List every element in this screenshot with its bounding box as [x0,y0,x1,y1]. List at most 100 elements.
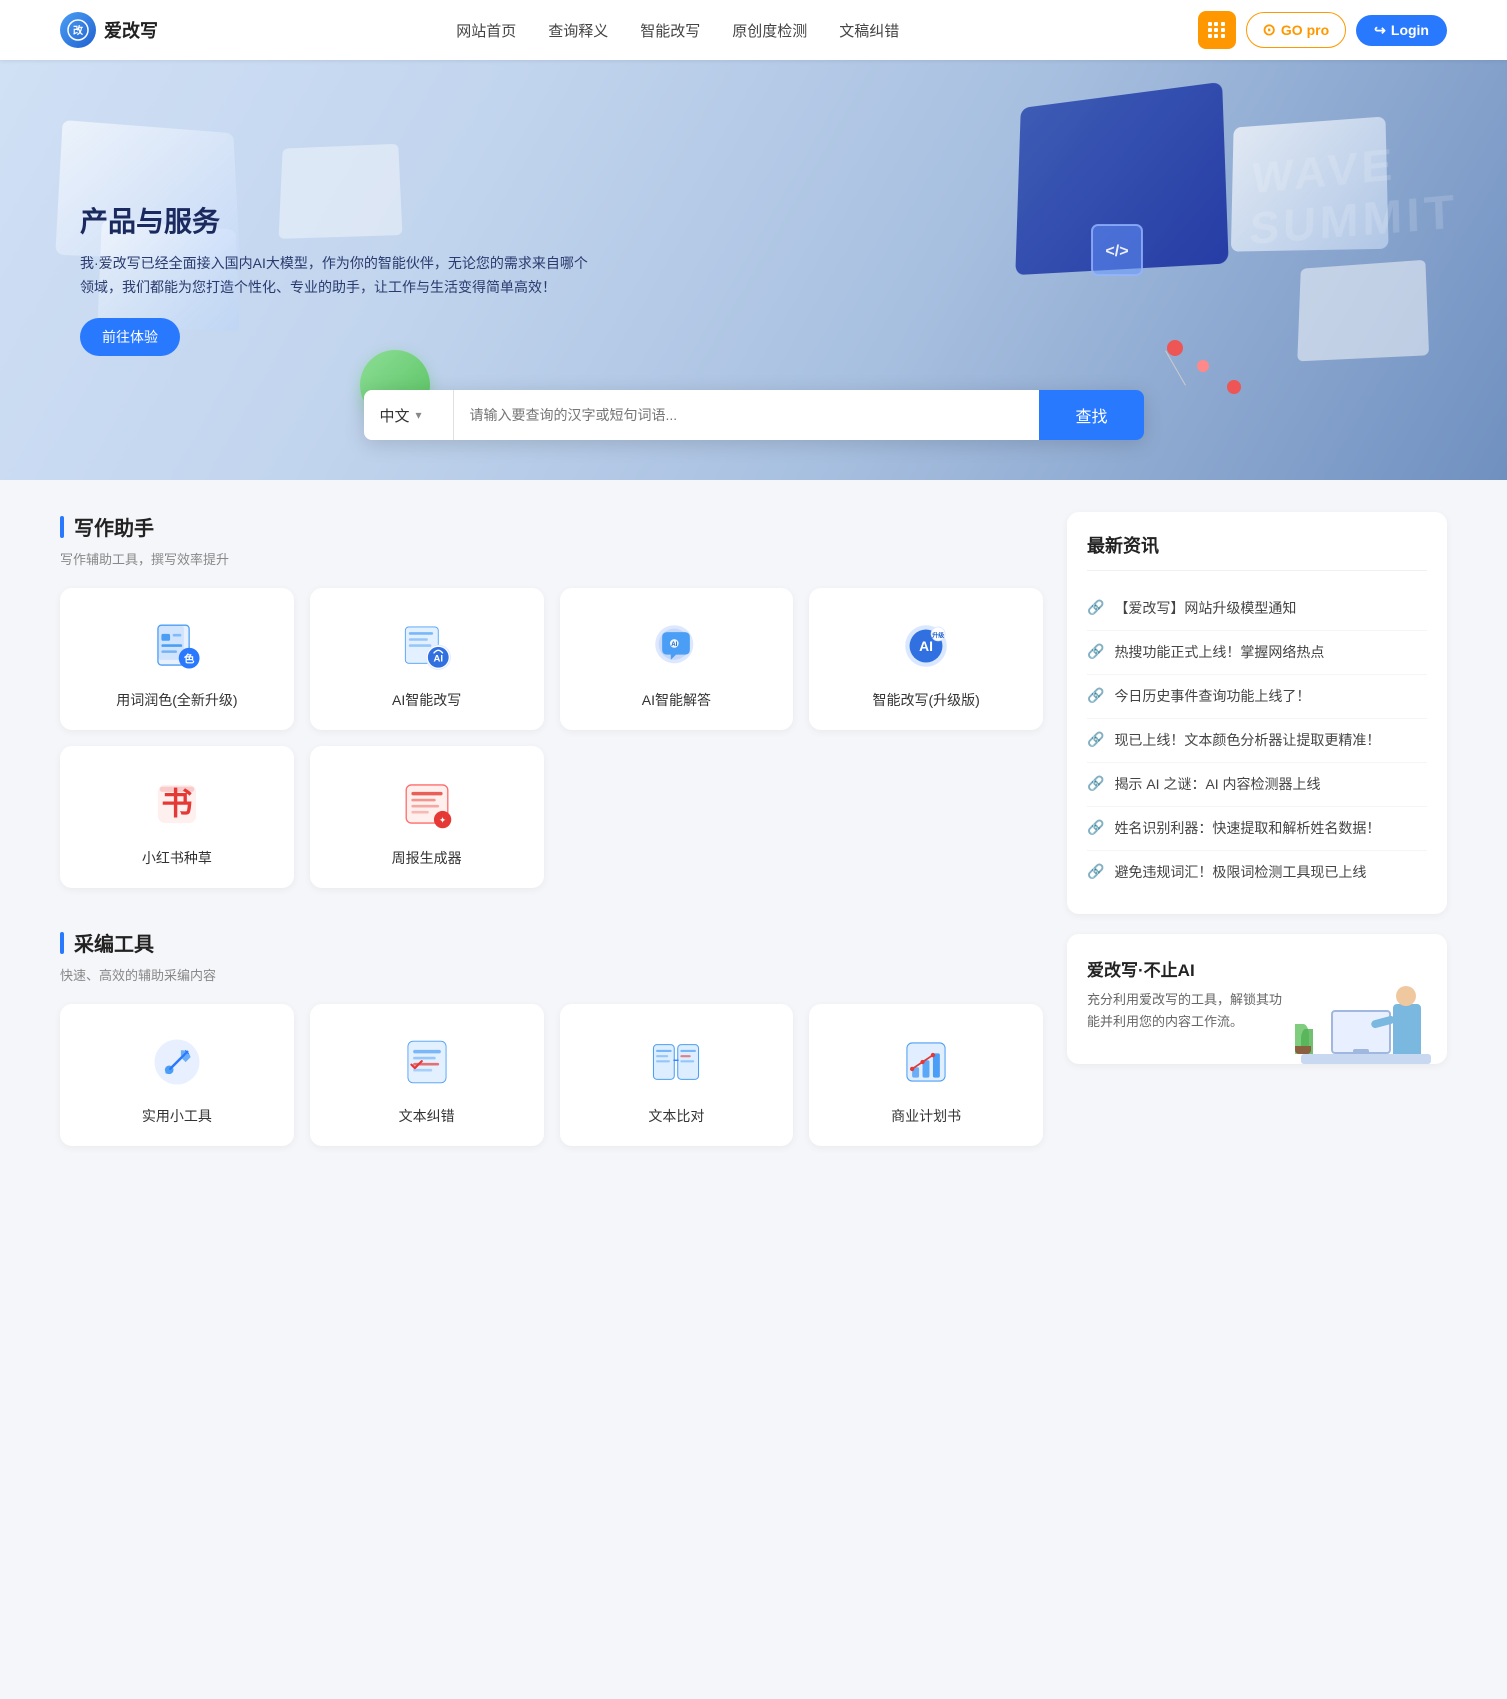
login-button[interactable]: ↪ Login [1356,15,1447,46]
smart-rewrite-icon: AI 升级 [896,616,956,676]
tool-weekly-report[interactable]: ✦ 周报生成器 [310,746,544,888]
mining-tools-section: 采编工具 快速、高效的辅助采编内容 [60,928,1043,1146]
link-icon-6: 🔗 [1087,863,1104,880]
news-text-3: 现已上线！文本颜色分析器让提取更精准！ [1114,730,1380,751]
news-item-4[interactable]: 🔗 揭示 AI 之谜：AI 内容检测器上线 [1087,763,1427,807]
news-text-5: 姓名识别利器：快速提取和解析姓名数据！ [1114,818,1380,839]
link-icon-0: 🔗 [1087,599,1104,616]
logo[interactable]: 改 爱改写 [60,12,158,48]
nav-query[interactable]: 查询释义 [548,20,608,41]
mining-tools-title: 采编工具 [60,928,1043,957]
writing-tools-title: 写作助手 [60,512,1043,541]
news-item-3[interactable]: 🔗 现已上线！文本颜色分析器让提取更精准！ [1087,719,1427,763]
logo-text: 爱改写 [104,17,158,43]
business-plan-icon [896,1032,956,1092]
lang-label: 中文 [380,405,410,426]
weekly-report-icon: ✦ [397,774,457,834]
login-label: Login [1391,22,1429,38]
news-text-2: 今日历史事件查询功能上线了！ [1114,686,1310,707]
grid-button[interactable] [1198,11,1236,49]
tool-xiaohongshu-label: 小红书种草 [142,848,212,868]
link-icon-2: 🔗 [1087,687,1104,704]
login-icon: ↪ [1374,22,1386,39]
blue-bar-icon-2 [60,932,64,954]
news-text-4: 揭示 AI 之谜：AI 内容检测器上线 [1114,774,1320,795]
tool-text-compare-label: 文本比对 [648,1106,704,1126]
mining-section-label: 采编工具 [74,928,154,957]
link-icon-3: 🔗 [1087,731,1104,748]
tool-xiaohongshu[interactable]: 书 小红书种草 [60,746,294,888]
tools-wrench-icon [147,1032,207,1092]
news-text-1: 热搜功能正式上线！掌握网络热点 [1114,642,1324,663]
chevron-down-icon: ▾ [416,408,422,422]
tool-smart-rewrite-label: 智能改写(升级版) [872,690,979,710]
writing-tools-section: 写作助手 写作辅助工具，撰写效率提升 [60,512,1043,888]
tool-business-plan-label: 商业计划书 [891,1106,961,1126]
writing-subtitle: 写作辅助工具，撰写效率提升 [60,549,1043,568]
go-pro-button[interactable]: ⊙ GO pro [1246,12,1347,48]
mining-subtitle: 快速、高效的辅助采编内容 [60,965,1043,984]
hero-cta-button[interactable]: 前往体验 [80,318,180,356]
language-selector[interactable]: 中文 ▾ [364,390,454,440]
news-item-0[interactable]: 🔗 【爱改写】网站升级模型通知 [1087,587,1427,631]
tool-business-plan[interactable]: 商业计划书 [809,1004,1043,1146]
nav-links: 网站首页 查询释义 智能改写 原创度检测 文稿纠错 [456,20,899,41]
text-compare-icon [646,1032,706,1092]
go-icon: ⊙ [1263,20,1276,40]
nav-home[interactable]: 网站首页 [456,20,516,41]
link-icon-5: 🔗 [1087,819,1104,836]
tool-word-color[interactable]: 色 用词润色(全新升级) [60,588,294,730]
go-pro-label: GO pro [1281,22,1329,38]
tool-ai-answer-label: AI智能解答 [642,690,711,710]
blue-bar-icon [60,516,64,538]
promo-illustration [1291,944,1431,1064]
news-item-1[interactable]: 🔗 热搜功能正式上线！掌握网络热点 [1087,631,1427,675]
svg-text:✦: ✦ [439,815,447,825]
tool-text-compare[interactable]: 文本比对 [560,1004,794,1146]
left-panel: 写作助手 写作辅助工具，撰写效率提升 [60,512,1043,1186]
tool-text-proofread[interactable]: 文本纠错 [310,1004,544,1146]
promo-text: 充分利用爱改写的工具，解锁其功能并利用您的内容工作流。 [1087,989,1287,1033]
news-item-6[interactable]: 🔗 避免违规词汇！极限词检测工具现已上线 [1087,851,1427,894]
tool-ai-rewrite[interactable]: AI AI智能改写 [310,588,544,730]
xiaohongshu-icon: 书 [147,774,207,834]
search-button[interactable]: 查找 [1039,390,1143,440]
right-panel: 最新资讯 🔗 【爱改写】网站升级模型通知 🔗 热搜功能正式上线！掌握网络热点 🔗… [1067,512,1447,1186]
nav-proofread[interactable]: 文稿纠错 [839,20,899,41]
tool-ai-answer[interactable]: AI AI智能解答 [560,588,794,730]
tool-weekly-report-label: 周报生成器 [392,848,462,868]
hero-title: 产品与服务 [80,200,600,240]
navbar: 改 爱改写 网站首页 查询释义 智能改写 原创度检测 文稿纠错 ⊙ GO pro… [0,0,1507,60]
search-input[interactable] [454,390,1040,440]
mining-tools-grid: 实用小工具 文本纠 [60,1004,1043,1146]
tool-ai-rewrite-label: AI智能改写 [392,690,461,710]
svg-text:改: 改 [73,24,84,37]
link-icon-4: 🔗 [1087,775,1104,792]
tool-text-proofread-label: 文本纠错 [399,1106,455,1126]
hero-section: WAVESUMMIT </> 产品与服务 我·爱改写已经全面接入国内AI大模型，… [0,60,1507,480]
text-error-icon [397,1032,457,1092]
ai-rewrite-icon: AI [397,616,457,676]
svg-text:AI: AI [919,638,933,654]
main-content: 写作助手 写作辅助工具，撰写效率提升 [0,480,1507,1218]
hero-description: 我·爱改写已经全面接入国内AI大模型，作为你的智能伙伴，无论您的需求来自哪个领域… [80,252,600,300]
news-text-6: 避免违规词汇！极限词检测工具现已上线 [1114,862,1366,883]
hero-content: 产品与服务 我·爱改写已经全面接入国内AI大模型，作为你的智能伙伴，无论您的需求… [80,200,600,356]
news-item-2[interactable]: 🔗 今日历史事件查询功能上线了！ [1087,675,1427,719]
tool-smart-rewrite[interactable]: AI 升级 智能改写(升级版) [809,588,1043,730]
news-text-0: 【爱改写】网站升级模型通知 [1114,598,1296,619]
writing-section-label: 写作助手 [74,512,154,541]
tool-word-color-label: 用词润色(全新升级) [116,690,237,710]
svg-text:AI: AI [433,654,443,665]
tool-practical[interactable]: 实用小工具 [60,1004,294,1146]
logo-icon: 改 [60,12,96,48]
search-bar: 中文 ▾ 查找 [364,390,1144,440]
news-item-5[interactable]: 🔗 姓名识别利器：快速提取和解析姓名数据！ [1087,807,1427,851]
writing-tools-grid: 色 用词润色(全新升级) [60,588,1043,888]
nav-originality[interactable]: 原创度检测 [732,20,807,41]
tool-practical-label: 实用小工具 [142,1106,212,1126]
news-box: 最新资讯 🔗 【爱改写】网站升级模型通知 🔗 热搜功能正式上线！掌握网络热点 🔗… [1067,512,1447,914]
nav-actions: ⊙ GO pro ↪ Login [1198,11,1447,49]
news-title: 最新资讯 [1087,532,1427,571]
nav-rewrite[interactable]: 智能改写 [640,20,700,41]
